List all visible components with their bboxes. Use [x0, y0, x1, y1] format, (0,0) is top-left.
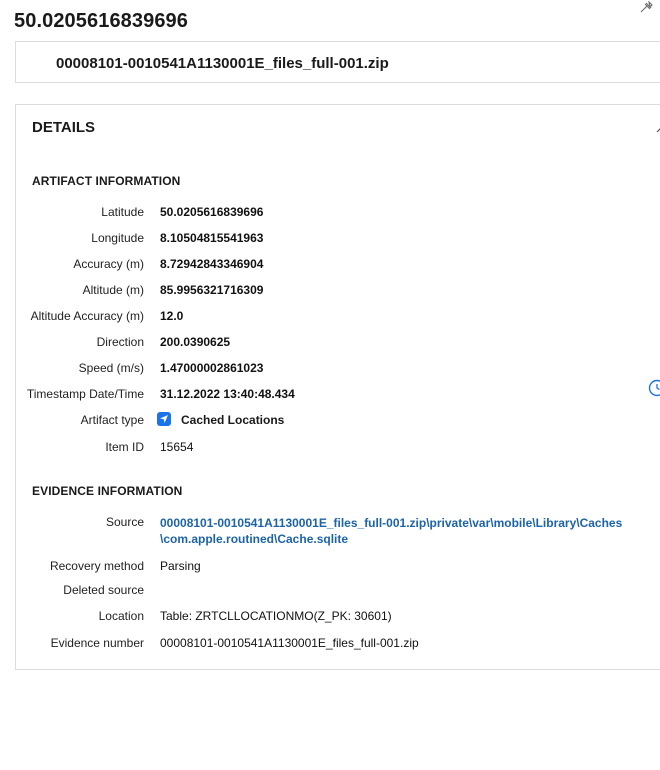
- artifact-row-accuracy: Accuracy (m) 8.72942843346904: [16, 257, 660, 277]
- evidence-row-evidence-number: Evidence number 00008101-0010541A1130001…: [16, 636, 660, 656]
- artifact-row-timestamp: Timestamp Date/Time 31.12.2022 13:40:48.…: [16, 387, 660, 407]
- source-path-line-2[interactable]: \com.apple.routined\Cache.sqlite: [160, 532, 348, 546]
- row-label: Longitude: [91, 231, 144, 245]
- row-value: 85.9956321716309: [160, 283, 264, 297]
- row-label: Item ID: [105, 440, 144, 454]
- row-label: Timestamp Date/Time: [26, 387, 144, 401]
- location-arrow-icon: [157, 412, 171, 426]
- details-panel: DETAILS ARTIFACT INFORMATION Latitude 50…: [15, 104, 660, 670]
- details-heading: DETAILS: [32, 119, 96, 136]
- row-label: Latitude: [101, 205, 144, 219]
- evidence-row-source: Source 00008101-0010541A1130001E_files_f…: [16, 515, 660, 549]
- evidence-row-recovery-method: Recovery method Parsing: [16, 559, 660, 579]
- artifact-row-item-id: Item ID 15654: [16, 440, 660, 460]
- row-value: 00008101-0010541A1130001E_files_full-001…: [160, 636, 419, 650]
- evidence-information-heading: EVIDENCE INFORMATION: [32, 484, 183, 498]
- chevron-up-icon[interactable]: [656, 121, 660, 133]
- row-label: Evidence number: [50, 636, 144, 650]
- row-label: Location: [98, 609, 144, 623]
- evidence-row-location: Location Table: ZRTCLLOCATIONMO(Z_PK: 30…: [16, 609, 660, 629]
- file-header-box: 00008101-0010541A1130001E_files_full-001…: [15, 41, 660, 83]
- row-label: Speed (m/s): [78, 361, 144, 375]
- row-value: 12.0: [160, 309, 184, 323]
- row-value: 200.0390625: [160, 335, 231, 349]
- page-title: 50.0205616839696: [14, 10, 189, 32]
- artifact-row-altitude: Altitude (m) 85.9956321716309: [16, 283, 660, 303]
- artifact-row-speed: Speed (m/s) 1.47000002861023: [16, 361, 660, 381]
- row-value: Table: ZRTCLLOCATIONMO(Z_PK: 30601): [160, 609, 392, 623]
- row-label: Artifact type: [80, 413, 144, 427]
- row-value: 31.12.2022 13:40:48.434: [160, 387, 295, 401]
- row-value: 15654: [160, 440, 194, 454]
- artifact-row-direction: Direction 200.0390625: [16, 335, 660, 355]
- row-value: 8.10504815541963: [160, 231, 264, 245]
- source-path-line-1[interactable]: 00008101-0010541A1130001E_files_full-001…: [160, 516, 622, 530]
- artifact-row-type: Artifact type Cached Locations: [16, 412, 660, 433]
- row-value: 8.72942843346904: [160, 257, 264, 271]
- row-label: Accuracy (m): [73, 257, 144, 271]
- artifact-information-heading: ARTIFACT INFORMATION: [32, 174, 181, 188]
- artifact-row-longitude: Longitude 8.10504815541963: [16, 231, 660, 251]
- row-value: 50.0205616839696: [160, 205, 264, 219]
- row-label: Altitude Accuracy (m): [30, 309, 144, 323]
- file-name: 00008101-0010541A1130001E_files_full-001…: [56, 55, 389, 72]
- row-value: 1.47000002861023: [160, 361, 264, 375]
- row-label: Deleted source: [63, 583, 144, 597]
- evidence-row-deleted-source: Deleted source: [16, 583, 660, 603]
- clock-icon[interactable]: [648, 379, 660, 397]
- artifact-type-link[interactable]: Cached Locations: [181, 413, 284, 427]
- row-label: Direction: [96, 335, 144, 349]
- source-link[interactable]: 00008101-0010541A1130001E_files_full-001…: [160, 515, 622, 547]
- row-value: Parsing: [160, 559, 201, 573]
- row-label: Source: [105, 515, 144, 529]
- artifact-row-altitude-accuracy: Altitude Accuracy (m) 12.0: [16, 309, 660, 329]
- artifact-row-latitude: Latitude 50.0205616839696: [16, 205, 660, 225]
- row-label: Recovery method: [49, 559, 144, 573]
- row-label: Altitude (m): [82, 283, 144, 297]
- pin-window-icon[interactable]: [637, 0, 653, 13]
